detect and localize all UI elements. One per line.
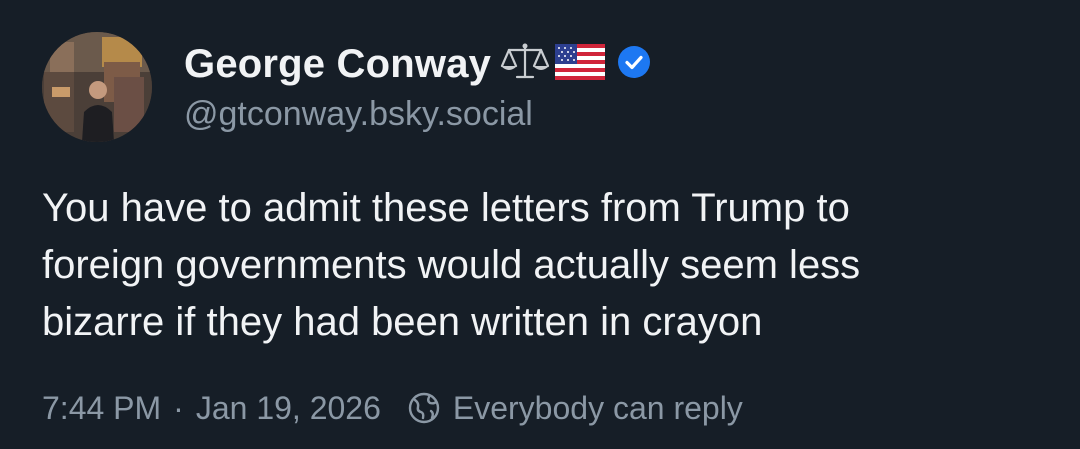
globe-reply-icon [407, 391, 441, 425]
post-text-line: bizarre if they had been written in cray… [42, 300, 763, 344]
reply-setting[interactable]: Everybody can reply [453, 390, 743, 427]
author-handle[interactable]: @gtconway.bsky.social [184, 95, 533, 134]
name-emoji-group [499, 42, 651, 87]
avatar[interactable] [42, 32, 152, 142]
post-card: George Conway @gtconway.bsky.social You … [0, 0, 1080, 449]
scales-icon [499, 42, 551, 87]
post-date[interactable]: Jan 19, 2026 [196, 390, 381, 427]
post-text-line: You have to admit these letters from Tru… [42, 186, 850, 230]
profile-photo [42, 32, 152, 142]
post-time[interactable]: 7:44 PM [42, 390, 161, 427]
post-text: You have to admit these letters from Tru… [42, 180, 1052, 351]
post-meta: 7:44 PM · Jan 19, 2026 Everybody can rep… [42, 386, 743, 430]
author-display-name[interactable]: George Conway [184, 42, 491, 87]
meta-separator: · [173, 389, 184, 426]
us-flag-icon [555, 43, 606, 85]
post-text-line: foreign governments would actually seem … [42, 243, 861, 287]
author-name-row: George Conway [184, 38, 651, 90]
verified-check-icon[interactable] [617, 45, 651, 84]
